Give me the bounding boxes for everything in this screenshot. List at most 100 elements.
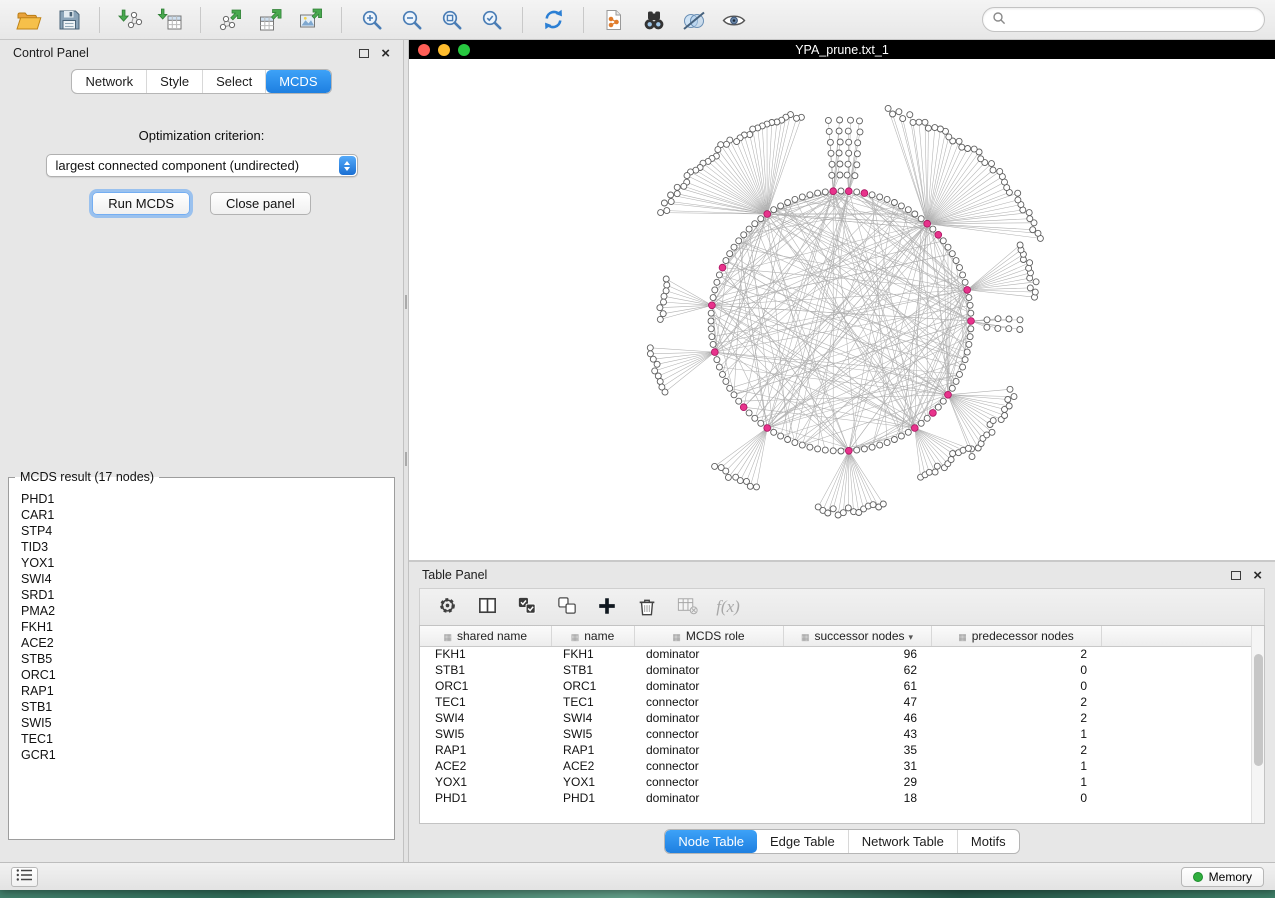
delete-column-button[interactable] bbox=[632, 593, 662, 621]
mcds-result-item[interactable]: YOX1 bbox=[21, 555, 382, 571]
network-canvas[interactable] bbox=[409, 59, 1275, 560]
table-row[interactable]: RAP1RAP1dominator352 bbox=[420, 742, 1264, 758]
table-row[interactable]: SWI4SWI4dominator462 bbox=[420, 710, 1264, 726]
memory-button[interactable]: Memory bbox=[1181, 867, 1264, 887]
window-minimize-button[interactable] bbox=[438, 44, 450, 56]
import-table-button[interactable] bbox=[151, 4, 189, 36]
search-icon bbox=[992, 11, 1006, 28]
table-tab-edge-table[interactable]: Edge Table bbox=[757, 830, 849, 853]
criterion-dropdown[interactable]: largest connected component (undirected) bbox=[46, 154, 358, 177]
table-settings-button[interactable] bbox=[432, 593, 462, 621]
delete-table-button[interactable] bbox=[672, 593, 702, 621]
mcds-result-item[interactable]: RAP1 bbox=[21, 683, 382, 699]
save-icon bbox=[57, 8, 81, 32]
graphics-details-button[interactable] bbox=[675, 4, 713, 36]
mcds-result-item[interactable]: STB5 bbox=[21, 651, 382, 667]
control-panel-tabs: NetworkStyleSelectMCDS bbox=[0, 69, 403, 94]
close-panel-icon[interactable]: × bbox=[381, 46, 390, 61]
tab-select[interactable]: Select bbox=[203, 70, 266, 93]
tab-network[interactable]: Network bbox=[72, 70, 147, 93]
mcds-result-item[interactable]: PMA2 bbox=[21, 603, 382, 619]
column-header-mcds-role[interactable]: ▦MCDS role bbox=[634, 626, 783, 646]
table-row[interactable]: ACE2ACE2connector311 bbox=[420, 758, 1264, 774]
column-type-icon: ▦ bbox=[672, 632, 681, 642]
show-hide-button[interactable] bbox=[715, 4, 753, 36]
export-table-button[interactable] bbox=[252, 4, 290, 36]
import-network-button[interactable] bbox=[111, 4, 149, 36]
table-row[interactable]: ORC1ORC1dominator610 bbox=[420, 678, 1264, 694]
mcds-result-item[interactable]: STB1 bbox=[21, 699, 382, 715]
zoom-selected-icon bbox=[480, 8, 504, 32]
column-header-successor-nodes[interactable]: ▦successor nodes▾ bbox=[783, 626, 931, 646]
fx-icon: f(x) bbox=[714, 597, 740, 617]
search-input[interactable] bbox=[1012, 12, 1255, 27]
export-image-icon bbox=[298, 7, 324, 33]
mcds-result-item[interactable]: STP4 bbox=[21, 523, 382, 539]
table-scrollbar[interactable] bbox=[1251, 626, 1264, 823]
mcds-result-item[interactable]: TEC1 bbox=[21, 731, 382, 747]
export-image-button[interactable] bbox=[292, 4, 330, 36]
zoom-selected-button[interactable] bbox=[473, 4, 511, 36]
table-scrollbar-thumb[interactable] bbox=[1254, 654, 1263, 766]
deselect-all-button[interactable] bbox=[552, 593, 582, 621]
column-header-predecessor-nodes[interactable]: ▦predecessor nodes bbox=[931, 626, 1101, 646]
clone-network-button[interactable] bbox=[595, 4, 633, 36]
zoom-out-button[interactable] bbox=[393, 4, 431, 36]
mcds-result-item[interactable]: GCR1 bbox=[21, 747, 382, 763]
list-icon bbox=[16, 868, 33, 885]
zoom-fit-button[interactable] bbox=[433, 4, 471, 36]
zoom-in-button[interactable] bbox=[353, 4, 391, 36]
tab-style[interactable]: Style bbox=[147, 70, 203, 93]
add-column-button[interactable] bbox=[592, 593, 622, 621]
tab-mcds[interactable]: MCDS bbox=[266, 70, 330, 93]
open-button[interactable] bbox=[10, 4, 48, 36]
column-header-shared-name[interactable]: ▦shared name bbox=[420, 626, 551, 646]
mcds-result-item[interactable]: SWI5 bbox=[21, 715, 382, 731]
run-mcds-button[interactable]: Run MCDS bbox=[92, 192, 190, 215]
table-row[interactable]: FKH1FKH1dominator962 bbox=[420, 646, 1264, 662]
network-window-title: YPA_prune.txt_1 bbox=[409, 43, 1275, 57]
show-columns-button[interactable] bbox=[472, 593, 502, 621]
close-table-panel-icon[interactable]: × bbox=[1253, 568, 1262, 583]
mcds-result-item[interactable]: TID3 bbox=[21, 539, 382, 555]
task-history-button[interactable] bbox=[11, 867, 38, 887]
mcds-result-item[interactable]: SRD1 bbox=[21, 587, 382, 603]
table-row[interactable]: PHD1PHD1dominator180 bbox=[420, 790, 1264, 806]
panel-resize-divider[interactable] bbox=[403, 40, 409, 862]
mcds-result-item[interactable]: ACE2 bbox=[21, 635, 382, 651]
window-close-button[interactable] bbox=[418, 44, 430, 56]
column-header-name[interactable]: ▦name bbox=[551, 626, 634, 646]
trash-icon bbox=[636, 595, 658, 620]
table-row[interactable]: TEC1TEC1connector472 bbox=[420, 694, 1264, 710]
search-network-button[interactable] bbox=[635, 4, 673, 36]
refresh-layout-button[interactable] bbox=[534, 4, 572, 36]
unchecked-boxes-icon bbox=[556, 594, 579, 620]
close-panel-button[interactable]: Close panel bbox=[210, 192, 311, 215]
column-type-icon: ▦ bbox=[958, 632, 967, 642]
mcds-result-item[interactable]: CAR1 bbox=[21, 507, 382, 523]
table-row[interactable]: STB1STB1dominator620 bbox=[420, 662, 1264, 678]
optimization-criterion-label: Optimization criterion: bbox=[139, 128, 265, 143]
document-share-icon bbox=[602, 8, 626, 32]
mcds-result-item[interactable]: PHD1 bbox=[21, 491, 382, 507]
float-table-panel-icon[interactable] bbox=[1231, 571, 1241, 580]
select-all-button[interactable] bbox=[512, 593, 542, 621]
table-panel-title: Table Panel bbox=[422, 568, 487, 582]
float-panel-icon[interactable] bbox=[359, 49, 369, 58]
export-network-button[interactable] bbox=[212, 4, 250, 36]
table-tabs: Node TableEdge TableNetwork TableMotifs bbox=[409, 824, 1275, 862]
gear-icon bbox=[436, 594, 459, 620]
table-tab-network-table[interactable]: Network Table bbox=[849, 830, 958, 853]
table-row[interactable]: SWI5SWI5connector431 bbox=[420, 726, 1264, 742]
control-panel: Control Panel × NetworkStyleSelectMCDS O… bbox=[0, 40, 403, 862]
window-zoom-button[interactable] bbox=[458, 44, 470, 56]
function-builder-button[interactable]: f(x) bbox=[712, 593, 742, 621]
mcds-result-item[interactable]: ORC1 bbox=[21, 667, 382, 683]
mcds-result-item[interactable]: FKH1 bbox=[21, 619, 382, 635]
save-button[interactable] bbox=[50, 4, 88, 36]
mcds-result-item[interactable]: SWI4 bbox=[21, 571, 382, 587]
table-row[interactable]: YOX1YOX1connector291 bbox=[420, 774, 1264, 790]
main-toolbar bbox=[0, 0, 1275, 40]
table-tab-node-table[interactable]: Node Table bbox=[665, 830, 757, 853]
table-tab-motifs[interactable]: Motifs bbox=[958, 830, 1019, 853]
